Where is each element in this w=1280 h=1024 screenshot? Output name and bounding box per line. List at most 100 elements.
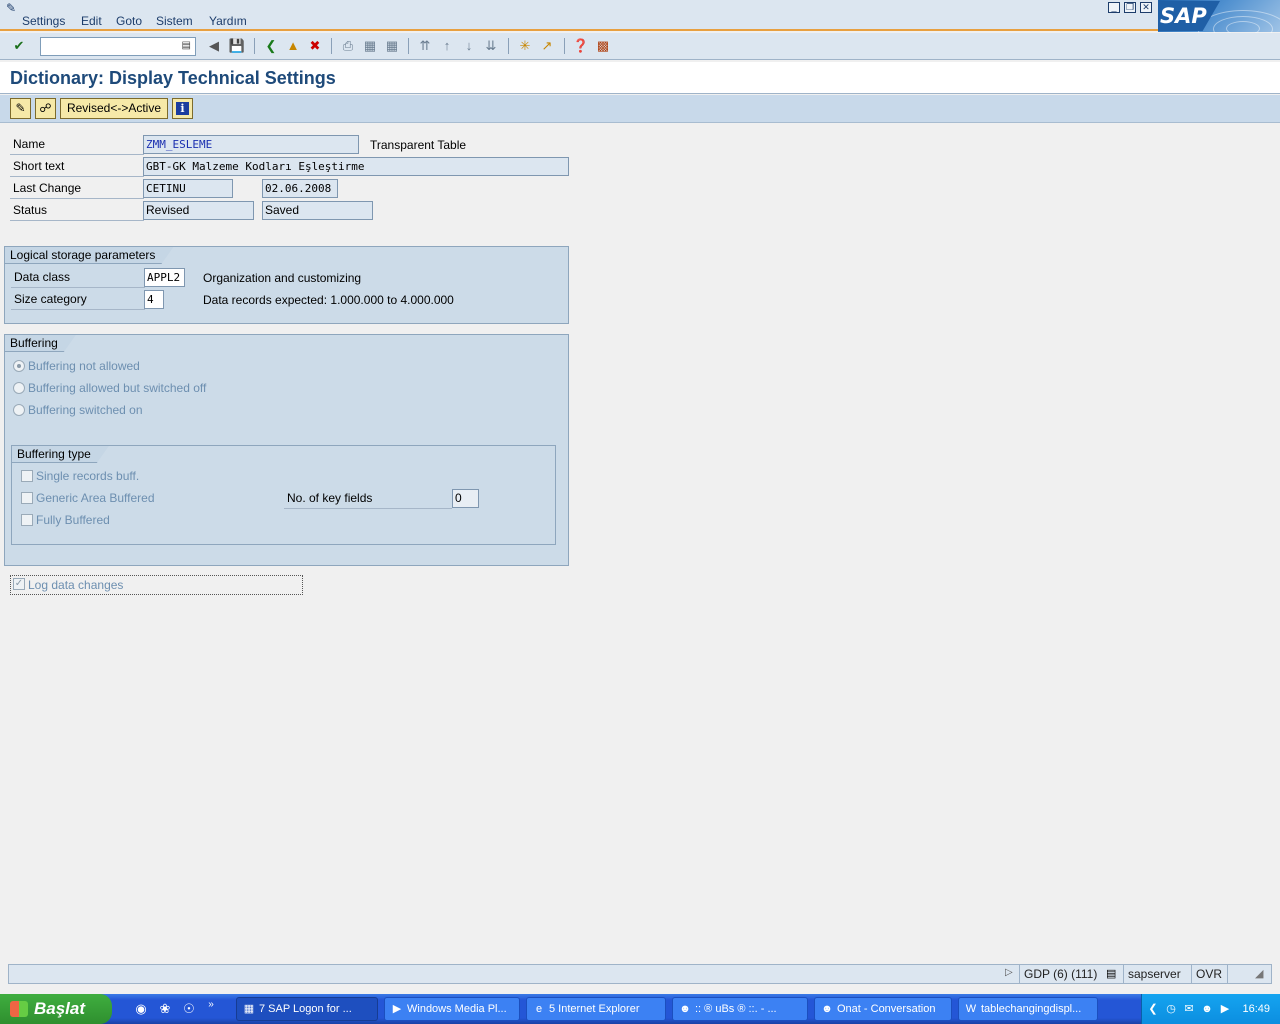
quicklaunch-more-icon[interactable]: » [203, 997, 219, 1013]
task-internet-explorer[interactable]: e 5 Internet Explorer [526, 997, 666, 1021]
quicklaunch-icon-1[interactable]: ◉ [133, 1001, 149, 1017]
checkbox-fully-buffered[interactable] [21, 514, 33, 526]
data-class-label: Data class [11, 267, 145, 288]
status-field[interactable]: Revised [143, 201, 254, 220]
radio-buffering-switched-on[interactable] [13, 404, 25, 416]
tray-arrow-icon[interactable]: ❮ [1146, 1002, 1160, 1016]
name-label: Name [10, 134, 144, 155]
print-icon[interactable]: ⎙ [339, 37, 357, 55]
radio-buffering-switched-off[interactable] [13, 382, 25, 394]
minimize-icon[interactable]: _ [1108, 2, 1120, 13]
table-type-text: Transparent Table [370, 138, 467, 152]
help-icon[interactable]: ❓ [572, 37, 590, 55]
status-blank [1227, 965, 1251, 983]
tray-clock-app-icon[interactable]: ◷ [1164, 1002, 1178, 1016]
log-data-changes-row[interactable]: ✓ Log data changes [10, 575, 303, 595]
internet-explorer-icon: e [535, 1003, 543, 1015]
task-windows-media-player[interactable]: ▶ Windows Media Pl... [384, 997, 520, 1021]
shortcut-icon[interactable]: ↗ [538, 37, 556, 55]
previous-page-icon[interactable]: ↑ [438, 37, 456, 55]
generic-area-label: Generic Area Buffered [36, 491, 155, 505]
command-history-icon[interactable]: ▤ [182, 40, 191, 51]
info-button[interactable]: i [172, 98, 193, 119]
restore-icon[interactable]: ❐ [1124, 2, 1136, 13]
menu-settings[interactable]: Settings [22, 14, 65, 28]
size-category-label: Size category [11, 289, 145, 310]
menu-yardim[interactable]: Yardım [209, 14, 247, 28]
start-label: Başlat [34, 999, 86, 1018]
display-change-icon[interactable]: ✎ [10, 98, 31, 119]
cancel-icon[interactable]: ✖ [306, 37, 324, 55]
name-field[interactable]: ZMM_ESLEME [143, 135, 359, 154]
command-field[interactable]: ▤ [40, 37, 196, 56]
windows-logo-icon [10, 1001, 28, 1017]
menu-sistem[interactable]: Sistem [156, 14, 193, 28]
taskbar: Başlat ◉ ❀ ☉ » ▦ 7 SAP Logon for ... ▶ W… [0, 994, 1280, 1024]
start-button[interactable]: Başlat [0, 994, 112, 1024]
data-class-field[interactable]: APPL2 [144, 268, 185, 287]
find-next-icon[interactable]: ▦ [383, 37, 401, 55]
close-window-icon[interactable]: ✕ [1140, 2, 1152, 13]
task-messenger-ubs[interactable]: ☻ :: ® uBs ® ::. - ... [672, 997, 808, 1021]
last-page-icon[interactable]: ⇊ [482, 37, 500, 55]
standard-toolbar: ✔ ▤ ◀ 💾 ❮ ▲ ✖ ⎙ ▦ ▦ ⇈ ↑ ↓ ⇊ ✳ ↗ ❓ ▩ [0, 33, 1280, 60]
collapse-icon[interactable]: ◀ [205, 37, 223, 55]
next-page-icon[interactable]: ↓ [460, 37, 478, 55]
task-word-document[interactable]: W tablechangingdispl... [958, 997, 1098, 1021]
checkbox-log-data-changes[interactable]: ✓ [13, 578, 25, 590]
menu-bar: ✎ Settings Edit Goto Sistem Yardım _ ❐ ✕… [0, 0, 1280, 50]
status-label: Status [10, 200, 144, 221]
clock: 16:49 [1242, 1003, 1270, 1015]
checkbox-single-records[interactable] [21, 470, 33, 482]
system-info-icon[interactable]: ▤ [1106, 967, 1116, 980]
data-class-description: Organization and customizing [203, 271, 362, 285]
radio-buffering-not-allowed[interactable] [13, 360, 25, 372]
fully-buffered-label: Fully Buffered [36, 513, 110, 527]
application-toolbar: ✎ ☍ Revised<->Active i [0, 95, 1280, 123]
buffering-type-group: Buffering type Single records buff. Gene… [11, 445, 556, 545]
task-sap-logon[interactable]: ▦ 7 SAP Logon for ... [236, 997, 378, 1021]
back-icon[interactable]: ❮ [262, 37, 280, 55]
find-icon[interactable]: ▦ [361, 37, 379, 55]
enter-icon[interactable]: ✔ [10, 37, 28, 55]
menu-edit[interactable]: Edit [81, 14, 102, 28]
short-text-label: Short text [10, 156, 144, 177]
quicklaunch-icon-2[interactable]: ❀ [157, 1001, 173, 1017]
key-fields-label: No. of key fields [284, 488, 452, 509]
messenger-icon: ☻ [679, 1003, 691, 1015]
tray-network-icon[interactable]: ▶ [1218, 1002, 1232, 1016]
tray-mail-icon[interactable]: ✉ [1182, 1002, 1196, 1016]
buffering-group: Buffering Buffering not allowed Bufferin… [4, 334, 569, 566]
checkbox-generic-area[interactable] [21, 492, 33, 504]
word-document-icon: W [965, 1003, 977, 1015]
tray-messenger-icon[interactable]: ☻ [1200, 1002, 1214, 1016]
revised-active-button[interactable]: Revised<->Active [60, 98, 168, 119]
create-session-icon[interactable]: ✳ [516, 37, 534, 55]
menu-goto[interactable]: Goto [116, 14, 142, 28]
quicklaunch-icon-3[interactable]: ☉ [181, 1001, 197, 1017]
other-object-icon[interactable]: ☍ [35, 98, 56, 119]
size-category-description: Data records expected: 1.000.000 to 4.00… [203, 293, 454, 307]
logical-storage-title: Logical storage parameters [5, 247, 173, 264]
task-onat-conversation[interactable]: ☻ Onat - Conversation [814, 997, 952, 1021]
info-icon: i [176, 102, 189, 115]
resize-grip-icon[interactable]: ◢ [1255, 967, 1263, 980]
title-bar: Dictionary: Display Technical Settings [0, 62, 1280, 94]
system-info: GDP (6) (111) [1019, 965, 1111, 983]
messenger-icon: ☻ [821, 1003, 833, 1015]
last-change-date-field[interactable]: 02.06.2008 [262, 179, 338, 198]
exit-icon[interactable]: ▲ [284, 37, 302, 55]
last-change-user-field[interactable]: CETINU [143, 179, 233, 198]
sap-logo: SAP [1158, 0, 1280, 50]
saved-status-field[interactable]: Saved [262, 201, 373, 220]
key-fields-field[interactable]: 0 [452, 489, 479, 508]
first-page-icon[interactable]: ⇈ [416, 37, 434, 55]
short-text-field[interactable]: GBT-GK Malzeme Kodları Eşleştirme [143, 157, 569, 176]
status-expand-icon[interactable]: ▷ [1005, 967, 1013, 978]
size-category-field[interactable]: 4 [144, 290, 164, 309]
customize-layout-icon[interactable]: ▩ [594, 37, 612, 55]
save-icon[interactable]: 💾 [228, 37, 246, 55]
buffering-switched-on-label: Buffering switched on [28, 403, 143, 417]
window-menu-icon[interactable]: ✎ [6, 1, 20, 15]
server-name: sapserver [1123, 965, 1191, 983]
